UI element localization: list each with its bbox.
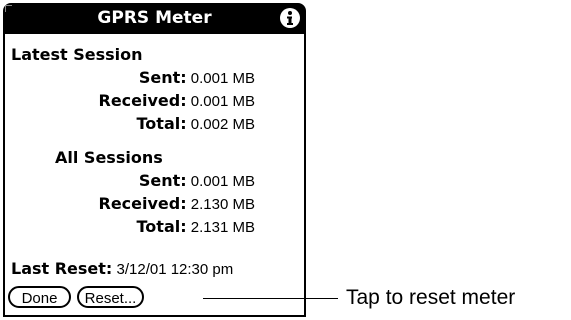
latest-received-row: Received: 0.001 MB bbox=[3, 91, 256, 112]
last-reset-row: Last Reset: 3/12/01 12:30 pm bbox=[11, 259, 233, 280]
gprs-meter-screen: GPRS Meter Latest Session Sent: 0.001 MB… bbox=[3, 3, 306, 317]
latest-received-value: 0.001 MB bbox=[186, 93, 255, 110]
latest-sent-value: 0.001 MB bbox=[186, 70, 255, 87]
all-total-label: Total: bbox=[136, 217, 187, 236]
latest-sent-label: Sent: bbox=[138, 68, 187, 87]
callout-text: Tap to reset meter bbox=[346, 286, 516, 309]
last-reset-value: 3/12/01 12:30 pm bbox=[112, 261, 234, 278]
all-received-value: 2.130 MB bbox=[186, 196, 255, 213]
latest-total-label: Total: bbox=[136, 114, 187, 133]
latest-received-label: Received: bbox=[98, 91, 187, 110]
latest-total-row: Total: 0.002 MB bbox=[3, 114, 255, 135]
all-sent-label: Sent: bbox=[138, 171, 187, 190]
last-reset-label: Last Reset: bbox=[11, 259, 113, 278]
callout-line bbox=[203, 298, 338, 299]
app-title: GPRS Meter bbox=[97, 8, 212, 28]
all-sent-value: 0.001 MB bbox=[186, 173, 255, 190]
latest-total-value: 0.002 MB bbox=[186, 116, 255, 133]
info-icon[interactable] bbox=[279, 7, 301, 29]
all-received-row: Received: 2.130 MB bbox=[3, 194, 256, 215]
all-sessions-heading: All Sessions bbox=[55, 148, 163, 167]
all-total-row: Total: 2.131 MB bbox=[3, 217, 255, 238]
all-total-value: 2.131 MB bbox=[186, 219, 255, 236]
reset-button[interactable]: Reset... bbox=[77, 286, 144, 308]
title-bar: GPRS Meter bbox=[3, 3, 306, 34]
done-button[interactable]: Done bbox=[8, 286, 71, 308]
all-received-label: Received: bbox=[98, 194, 187, 213]
latest-sent-row: Sent: 0.001 MB bbox=[3, 68, 255, 89]
all-sent-row: Sent: 0.001 MB bbox=[3, 171, 255, 192]
latest-session-heading: Latest Session bbox=[11, 45, 143, 64]
